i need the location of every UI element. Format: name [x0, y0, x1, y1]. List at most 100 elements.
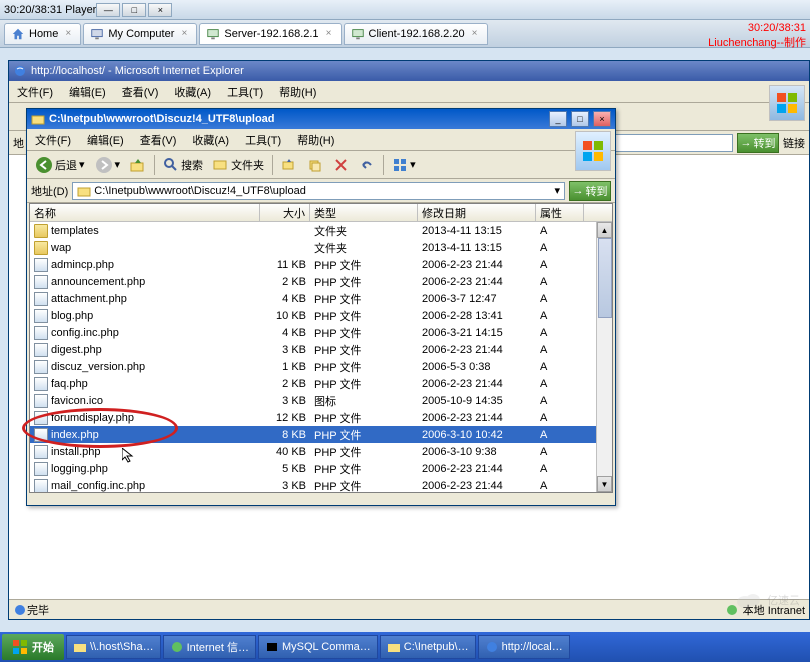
task-item[interactable]: MySQL Comma… — [258, 635, 378, 659]
delete-button[interactable] — [329, 154, 353, 176]
minimize-button[interactable]: — — [96, 3, 120, 17]
file-icon — [34, 479, 48, 493]
copyto-button[interactable] — [303, 154, 327, 176]
file-size: 11 KB — [260, 259, 310, 271]
file-type: 图标 — [310, 393, 418, 409]
file-row[interactable]: mail_config.inc.php3 KBPHP 文件2006-2-23 2… — [30, 477, 612, 492]
close-button[interactable]: × — [593, 111, 611, 127]
views-button[interactable]: ▾ — [388, 154, 420, 176]
file-row[interactable]: wap文件夹2013-4-11 13:15A — [30, 239, 612, 256]
ie-menu-help[interactable]: 帮助(H) — [271, 82, 324, 102]
maximize-button[interactable]: □ — [571, 111, 589, 127]
file-row[interactable]: favicon.ico3 KB图标2005-10-9 14:35A — [30, 392, 612, 409]
task-item[interactable]: C:\Inetpub\… — [380, 635, 476, 659]
search-icon — [163, 157, 179, 173]
col-attr[interactable]: 属性 — [536, 204, 584, 221]
task-item[interactable]: http://local… — [478, 635, 570, 659]
file-attr: A — [536, 276, 584, 288]
explorer-go-button[interactable]: → 转到 — [569, 181, 611, 201]
file-name: install.php — [51, 446, 101, 458]
file-row[interactable]: admincp.php11 KBPHP 文件2006-2-23 21:44A — [30, 256, 612, 273]
exp-menu-tools[interactable]: 工具(T) — [237, 130, 289, 150]
tab-close-icon[interactable]: × — [62, 28, 74, 40]
links-label[interactable]: 链接 — [783, 135, 805, 151]
file-icon — [34, 377, 48, 391]
ie-menu-edit[interactable]: 编辑(E) — [61, 82, 114, 102]
file-attr: A — [536, 259, 584, 271]
col-type[interactable]: 类型 — [310, 204, 418, 221]
start-button[interactable]: 开始 — [2, 634, 64, 660]
undo-button[interactable] — [355, 154, 379, 176]
scroll-up-icon[interactable]: ▲ — [597, 222, 612, 238]
tab-home[interactable]: Home × — [4, 23, 81, 45]
file-row[interactable]: templates文件夹2013-4-11 13:15A — [30, 222, 612, 239]
file-row[interactable]: discuz_version.php1 KBPHP 文件2006-5-3 0:3… — [30, 358, 612, 375]
task-item[interactable]: \\.host\Sha… — [66, 635, 161, 659]
file-name: config.inc.php — [51, 327, 119, 339]
scroll-down-icon[interactable]: ▼ — [597, 476, 612, 492]
exp-menu-edit[interactable]: 编辑(E) — [79, 130, 132, 150]
file-row[interactable]: blog.php10 KBPHP 文件2006-2-28 13:41A — [30, 307, 612, 324]
ie-menu-view[interactable]: 查看(V) — [114, 82, 167, 102]
ie-go-button[interactable]: → 转到 — [737, 133, 779, 153]
file-icon — [34, 428, 48, 442]
file-row[interactable]: faq.php2 KBPHP 文件2006-2-23 21:44A — [30, 375, 612, 392]
file-attr: A — [536, 412, 584, 424]
file-date: 2006-3-10 10:42 — [418, 429, 536, 441]
explorer-titlebar[interactable]: C:\Inetpub\wwwroot\Discuz!4_UTF8\upload … — [27, 109, 615, 129]
up-button[interactable] — [126, 154, 150, 176]
file-row[interactable]: forumdisplay.php12 KBPHP 文件2006-2-23 21:… — [30, 409, 612, 426]
ie-menu-file[interactable]: 文件(F) — [9, 82, 61, 102]
file-row[interactable]: index.php8 KBPHP 文件2006-3-10 10:42A — [30, 426, 612, 443]
forward-icon — [95, 156, 113, 174]
file-row[interactable]: install.php40 KBPHP 文件2006-3-10 9:38A — [30, 443, 612, 460]
computer-icon — [90, 27, 104, 41]
back-icon — [35, 156, 53, 174]
forward-button[interactable]: ▾ — [91, 154, 125, 176]
tab-close-icon[interactable]: × — [469, 28, 481, 40]
file-name: wap — [51, 242, 71, 254]
exp-menu-file[interactable]: 文件(F) — [27, 130, 79, 150]
exp-menu-view[interactable]: 查看(V) — [132, 130, 185, 150]
maximize-button[interactable]: □ — [122, 3, 146, 17]
search-button[interactable]: 搜索 — [159, 154, 207, 176]
tab-server[interactable]: Server-192.168.2.1 × — [199, 23, 341, 45]
tab-close-icon[interactable]: × — [178, 28, 190, 40]
dropdown-icon[interactable]: ▾ — [554, 184, 560, 197]
taskbar: 开始 \\.host\Sha… Internet 信… MySQL Comma…… — [0, 632, 810, 662]
moveto-button[interactable] — [277, 154, 301, 176]
folders-button[interactable]: 文件夹 — [209, 154, 268, 176]
col-size[interactable]: 大小 — [260, 204, 310, 221]
file-row[interactable]: announcement.php2 KBPHP 文件2006-2-23 21:4… — [30, 273, 612, 290]
file-type: PHP 文件 — [310, 291, 418, 307]
col-name[interactable]: 名称 — [30, 204, 260, 221]
file-row[interactable]: attachment.php4 KBPHP 文件2006-3-7 12:47A — [30, 290, 612, 307]
file-row[interactable]: config.inc.php4 KBPHP 文件2006-3-21 14:15A — [30, 324, 612, 341]
file-icon — [34, 445, 48, 459]
watermark: 亿速云 — [733, 588, 800, 612]
ie-menu-fav[interactable]: 收藏(A) — [166, 82, 219, 102]
task-item[interactable]: Internet 信… — [163, 635, 256, 659]
tab-close-icon[interactable]: × — [323, 28, 335, 40]
file-type: PHP 文件 — [310, 325, 418, 341]
back-button[interactable]: 后退 ▾ — [31, 154, 89, 176]
explorer-title: C:\Inetpub\wwwroot\Discuz!4_UTF8\upload — [49, 113, 545, 125]
tab-mycomputer[interactable]: My Computer × — [83, 23, 197, 45]
ie-menu-tools[interactable]: 工具(T) — [219, 82, 271, 102]
explorer-address-input[interactable]: C:\Inetpub\wwwroot\Discuz!4_UTF8\upload … — [72, 182, 565, 200]
ie-title-text: http://localhost/ - Microsoft Internet E… — [31, 65, 244, 77]
file-size: 3 KB — [260, 480, 310, 492]
file-date: 2006-2-23 21:44 — [418, 344, 536, 356]
tab-client[interactable]: Client-192.168.2.20 × — [344, 23, 488, 45]
client-icon — [351, 27, 365, 41]
file-row[interactable]: digest.php3 KBPHP 文件2006-2-23 21:44A — [30, 341, 612, 358]
file-row[interactable]: logging.php5 KBPHP 文件2006-2-23 21:44A — [30, 460, 612, 477]
exp-menu-fav[interactable]: 收藏(A) — [184, 130, 237, 150]
list-body[interactable]: templates文件夹2013-4-11 13:15Awap文件夹2013-4… — [30, 222, 612, 492]
exp-menu-help[interactable]: 帮助(H) — [289, 130, 342, 150]
scrollbar[interactable]: ▲ ▼ — [596, 222, 612, 492]
close-button[interactable]: × — [148, 3, 172, 17]
col-date[interactable]: 修改日期 — [418, 204, 536, 221]
scroll-thumb[interactable] — [598, 238, 612, 318]
minimize-button[interactable]: _ — [549, 111, 567, 127]
